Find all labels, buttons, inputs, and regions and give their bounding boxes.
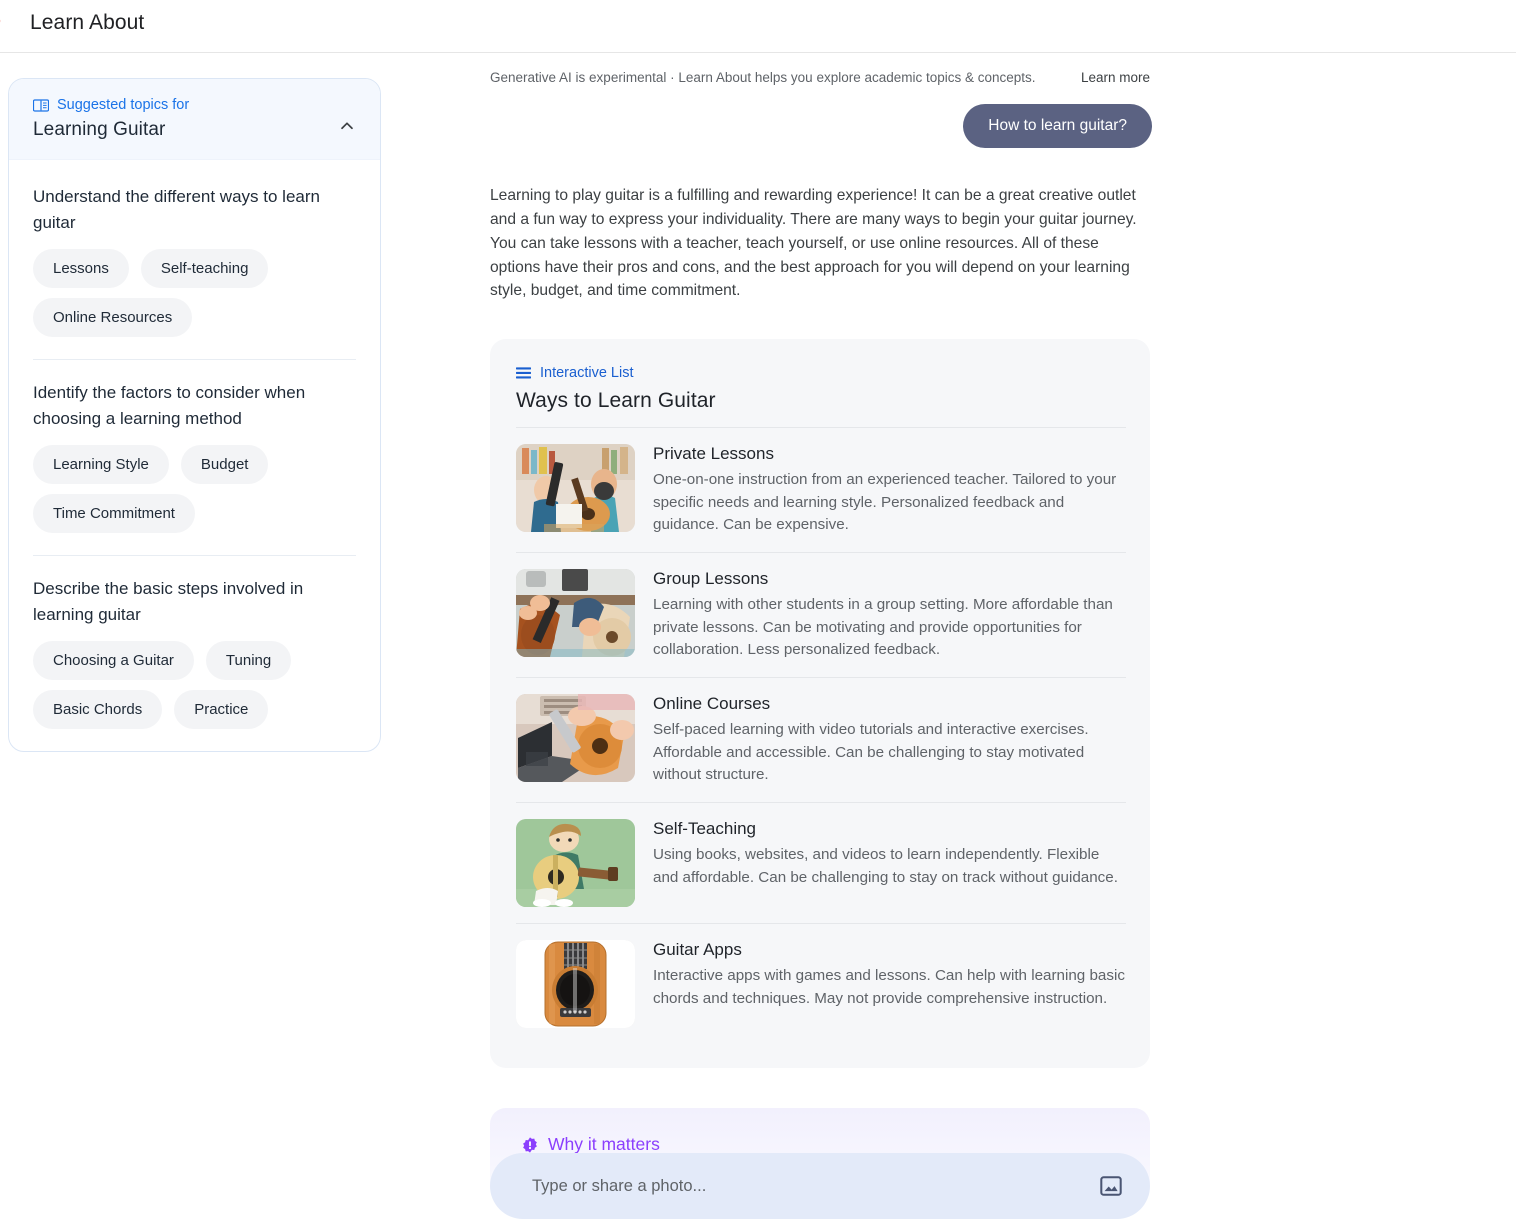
suggested-topic-question: Identify the factors to consider when ch… bbox=[33, 383, 306, 428]
list-item[interactable]: Guitar Apps Interactive apps with games … bbox=[516, 923, 1126, 1044]
list-item-title: Online Courses bbox=[653, 694, 771, 714]
list-item-text: Private Lessons One-on-one instruction f… bbox=[653, 444, 1126, 536]
disclaimer-text: Generative AI is experimental · Learn Ab… bbox=[490, 70, 1036, 85]
assistant-answer-text: Learning to play guitar is a fulfilling … bbox=[490, 187, 1137, 300]
topic-chip[interactable]: Online Resources bbox=[33, 298, 193, 337]
list-item-title: Group Lessons bbox=[653, 569, 769, 589]
conversation-column: Generative AI is experimental · Learn Ab… bbox=[490, 70, 1152, 1199]
chevron-up-icon[interactable] bbox=[336, 115, 358, 137]
suggested-topics-body: Understand the different ways to learn g… bbox=[9, 160, 380, 751]
suggested-topic-section: Describe the basic steps involved in lea… bbox=[33, 555, 356, 729]
suggested-topics-panel: Suggested topics for Learning Guitar Und… bbox=[8, 78, 381, 752]
app-title: Learn About bbox=[30, 11, 145, 34]
topic-chip[interactable]: Practice bbox=[174, 690, 269, 729]
list-item-text: Self-Teaching Using books, websites, and… bbox=[653, 819, 1126, 907]
composer-bar bbox=[490, 1153, 1150, 1219]
suggested-topics-topic: Learning Guitar bbox=[33, 119, 166, 140]
list-item[interactable]: Online Courses Self-paced learning with … bbox=[516, 677, 1126, 802]
book-icon bbox=[32, 98, 50, 112]
list-item-description: Using books, websites, and videos to lea… bbox=[653, 846, 1118, 886]
list-item[interactable]: Private Lessons One-on-one instruction f… bbox=[516, 427, 1126, 552]
photo-two-people-guitars-icon bbox=[516, 444, 635, 533]
topic-chip[interactable]: Lessons bbox=[33, 249, 129, 288]
list-item-description: Learning with other students in a group … bbox=[653, 596, 1113, 658]
topic-chip[interactable]: Self-teaching bbox=[140, 249, 269, 288]
list-item-description: Interactive apps with games and lessons.… bbox=[653, 967, 1125, 1007]
photo-guitar-with-laptop-icon bbox=[516, 694, 635, 783]
suggested-topics-header: Suggested topics for Learning Guitar bbox=[9, 79, 380, 160]
user-query-bubble: How to learn guitar? bbox=[963, 104, 1152, 148]
topic-chip[interactable]: Tuning bbox=[205, 641, 292, 680]
suggested-topic-chip-group: Choosing a Guitar Tuning Basic Chords Pr… bbox=[33, 641, 356, 729]
suggested-topics-eyebrow-label: Suggested topics for bbox=[57, 97, 190, 113]
list-item[interactable]: Self-Teaching Using books, websites, and… bbox=[516, 802, 1126, 923]
list-item-text: Guitar Apps Interactive apps with games … bbox=[653, 940, 1126, 1028]
learn-about-app: Learn About Suggested topics for Learnin… bbox=[0, 0, 1516, 1225]
spark-badge-icon bbox=[522, 1137, 538, 1153]
suggested-topic-chip-group: Learning Style Budget Time Commitment bbox=[33, 445, 356, 533]
suggested-topic-section: Understand the different ways to learn g… bbox=[33, 164, 356, 337]
list-item-description: Self-paced learning with video tutorials… bbox=[653, 721, 1089, 783]
suggested-topic-chip-group: Lessons Self-teaching Online Resources bbox=[33, 249, 356, 337]
list-item-title: Private Lessons bbox=[653, 444, 774, 464]
interactive-list-card: Interactive List Ways to Learn Guitar Pr… bbox=[490, 339, 1150, 1069]
list-item[interactable]: Group Lessons Learning with other studen… bbox=[516, 552, 1126, 677]
suggested-topic-question: Understand the different ways to learn g… bbox=[33, 187, 320, 232]
suggested-topic-question: Describe the basic steps involved in lea… bbox=[33, 579, 304, 624]
composer-input[interactable] bbox=[530, 1175, 1098, 1197]
list-item-title: Self-Teaching bbox=[653, 819, 757, 839]
topic-chip[interactable]: Choosing a Guitar bbox=[33, 641, 194, 680]
topic-chip[interactable]: Budget bbox=[180, 445, 269, 484]
google-g-logo[interactable] bbox=[0, 13, 16, 39]
app-icon-guitar-icon bbox=[516, 940, 635, 1029]
user-query-row: How to learn guitar? bbox=[490, 104, 1152, 148]
list-item-text: Group Lessons Learning with other studen… bbox=[653, 569, 1126, 661]
interactive-list-title: Ways to Learn Guitar bbox=[516, 389, 716, 413]
topic-chip[interactable]: Basic Chords bbox=[33, 690, 163, 729]
interactive-list-tag: Interactive List bbox=[516, 365, 1126, 381]
topic-chip[interactable]: Learning Style bbox=[33, 445, 169, 484]
interactive-list-tag-label: Interactive List bbox=[540, 365, 634, 382]
image-icon[interactable] bbox=[1098, 1173, 1124, 1199]
suggested-topic-section: Identify the factors to consider when ch… bbox=[33, 359, 356, 533]
top-bar: Learn About bbox=[0, 0, 1516, 53]
photo-hands-on-guitar-group-icon bbox=[516, 569, 635, 658]
learn-more-link[interactable]: Learn more bbox=[1081, 70, 1150, 85]
list-item-title: Guitar Apps bbox=[653, 940, 742, 960]
illustration-boy-with-guitar-icon bbox=[516, 819, 635, 908]
list-icon bbox=[516, 367, 531, 379]
topic-chip[interactable]: Time Commitment bbox=[33, 494, 195, 533]
list-item-text: Online Courses Self-paced learning with … bbox=[653, 694, 1126, 786]
list-item-description: One-on-one instruction from an experienc… bbox=[653, 471, 1117, 533]
suggested-topics-eyebrow: Suggested topics for bbox=[32, 97, 360, 113]
disclaimer-bar: Generative AI is experimental · Learn Ab… bbox=[490, 70, 1152, 85]
